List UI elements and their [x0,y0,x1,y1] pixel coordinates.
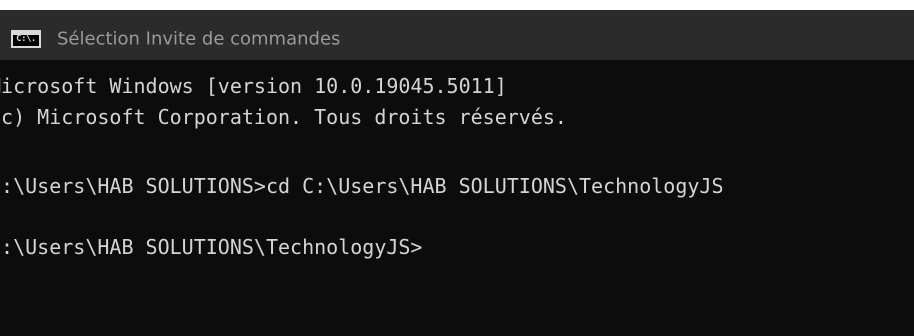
console-line-version: Microsoft Windows [version 10.0.19045.50… [0,74,507,98]
window-title: Sélection Invite de commandes [57,28,341,50]
title-bar[interactable]: C:\. Sélection Invite de commandes [0,0,914,60]
command-prompt-window: C:\. Sélection Invite de commandes Micro… [0,0,914,336]
title-bar-inner[interactable]: C:\. Sélection Invite de commandes [0,10,914,60]
cmd-icon[interactable]: C:\. [11,30,41,48]
cmd-icon-label: C:\. [16,34,36,44]
console-line-cd-command: C:\Users\HAB SOLUTIONS>cd C:\Users\HAB S… [0,174,724,198]
console-line-copyright: (c) Microsoft Corporation. Tous droits r… [0,105,567,129]
console-line-prompt[interactable]: C:\Users\HAB SOLUTIONS\TechnologyJS> [0,234,422,260]
cmd-icon-bar [13,32,39,35]
window-top-edge [0,0,914,10]
console-output[interactable]: Microsoft Windows [version 10.0.19045.50… [0,62,914,336]
